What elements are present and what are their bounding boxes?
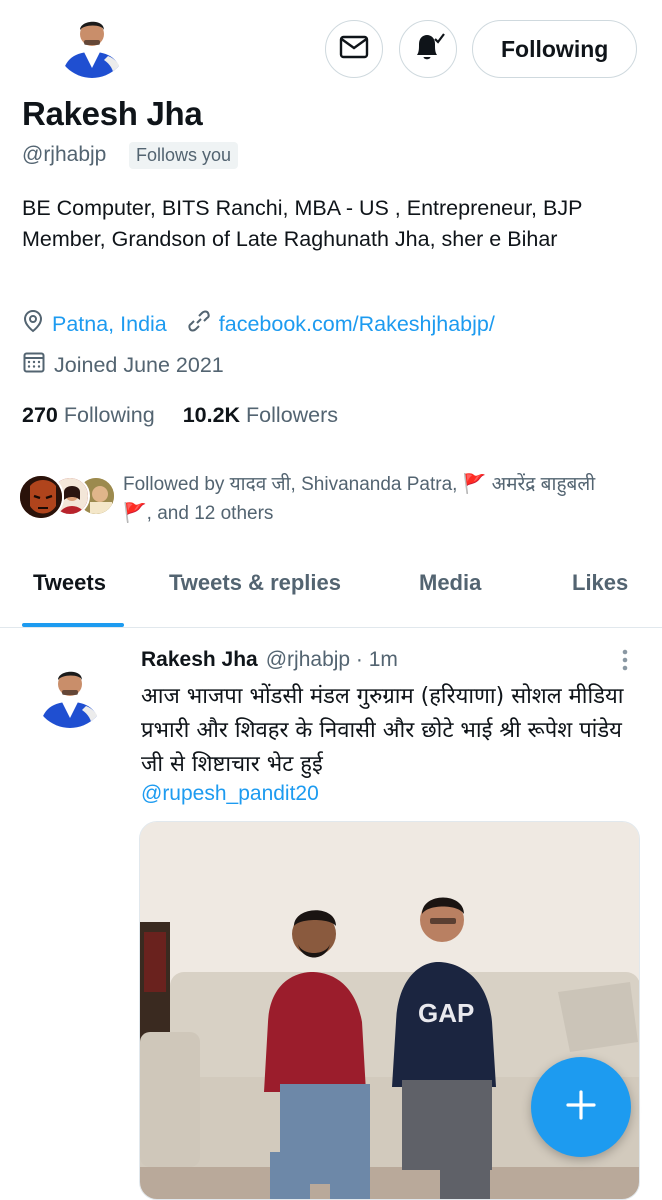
follow-counts: 270 Following 10.2K Followers bbox=[22, 403, 338, 428]
following-count: 270 bbox=[22, 403, 58, 427]
envelope-icon bbox=[339, 35, 369, 64]
tweet-mention[interactable]: @rupesh_pandit20 bbox=[141, 782, 319, 806]
profile-avatar[interactable] bbox=[56, 6, 128, 78]
tabs-divider bbox=[0, 627, 662, 628]
svg-text:GAP: GAP bbox=[418, 998, 474, 1028]
tweet-author-name[interactable]: Rakesh Jha bbox=[141, 648, 258, 672]
tab-tweets[interactable]: Tweets bbox=[33, 570, 106, 596]
profile-handle: @rjhabjp bbox=[22, 143, 107, 166]
tweet-text: आज भाजपा भोंडसी मंडल गुरुग्राम (हरियाणा)… bbox=[141, 684, 624, 777]
profile-tabs: Tweets Tweets & replies Media Likes bbox=[0, 570, 662, 606]
profile-name: Rakesh Jha bbox=[22, 95, 203, 132]
tweet-header: Rakesh Jha @rjhabjp · 1m bbox=[141, 648, 398, 672]
follows-you-badge: Follows you bbox=[129, 142, 239, 169]
tab-media[interactable]: Media bbox=[419, 570, 481, 596]
joined-text: Joined June 2021 bbox=[54, 352, 224, 377]
tweet-avatar[interactable] bbox=[34, 656, 106, 728]
following-button[interactable]: Following bbox=[472, 20, 638, 78]
plus-icon bbox=[564, 1088, 598, 1127]
tab-likes[interactable]: Likes bbox=[572, 570, 628, 596]
followed-by-text[interactable]: Followed by यादव जी, Shivananda Patra, 🚩… bbox=[123, 470, 603, 528]
bell-check-icon bbox=[411, 31, 445, 68]
tweet-handle-time: @rjhabjp · 1m bbox=[265, 648, 398, 671]
location-icon bbox=[22, 309, 44, 339]
link-icon bbox=[187, 309, 211, 339]
website-link[interactable]: facebook.com/Rakeshjhabjp/ bbox=[219, 312, 495, 337]
follower-avatar bbox=[18, 474, 64, 520]
followed-by-avatars[interactable] bbox=[18, 474, 118, 520]
compose-tweet-button[interactable] bbox=[531, 1057, 631, 1157]
following-label: Following bbox=[63, 403, 155, 427]
joined-row: Joined June 2021 bbox=[22, 350, 224, 380]
profile-bio: BE Computer, BITS Ranchi, MBA - US , Ent… bbox=[22, 196, 583, 251]
following-count-link[interactable]: 270 Following bbox=[22, 403, 155, 428]
message-button[interactable] bbox=[325, 20, 383, 78]
followers-count-link[interactable]: 10.2K Followers bbox=[183, 403, 338, 428]
followers-count: 10.2K bbox=[182, 403, 241, 427]
profile-meta-row: Patna, India facebook.com/Rakeshjhabjp/ bbox=[22, 309, 495, 339]
tab-tweets-replies[interactable]: Tweets & replies bbox=[169, 570, 341, 596]
more-options-icon[interactable] bbox=[621, 648, 629, 672]
location-text[interactable]: Patna, India bbox=[52, 312, 167, 337]
followers-label: Followers bbox=[246, 403, 339, 427]
calendar-icon bbox=[22, 350, 46, 380]
notifications-button[interactable] bbox=[399, 20, 457, 78]
